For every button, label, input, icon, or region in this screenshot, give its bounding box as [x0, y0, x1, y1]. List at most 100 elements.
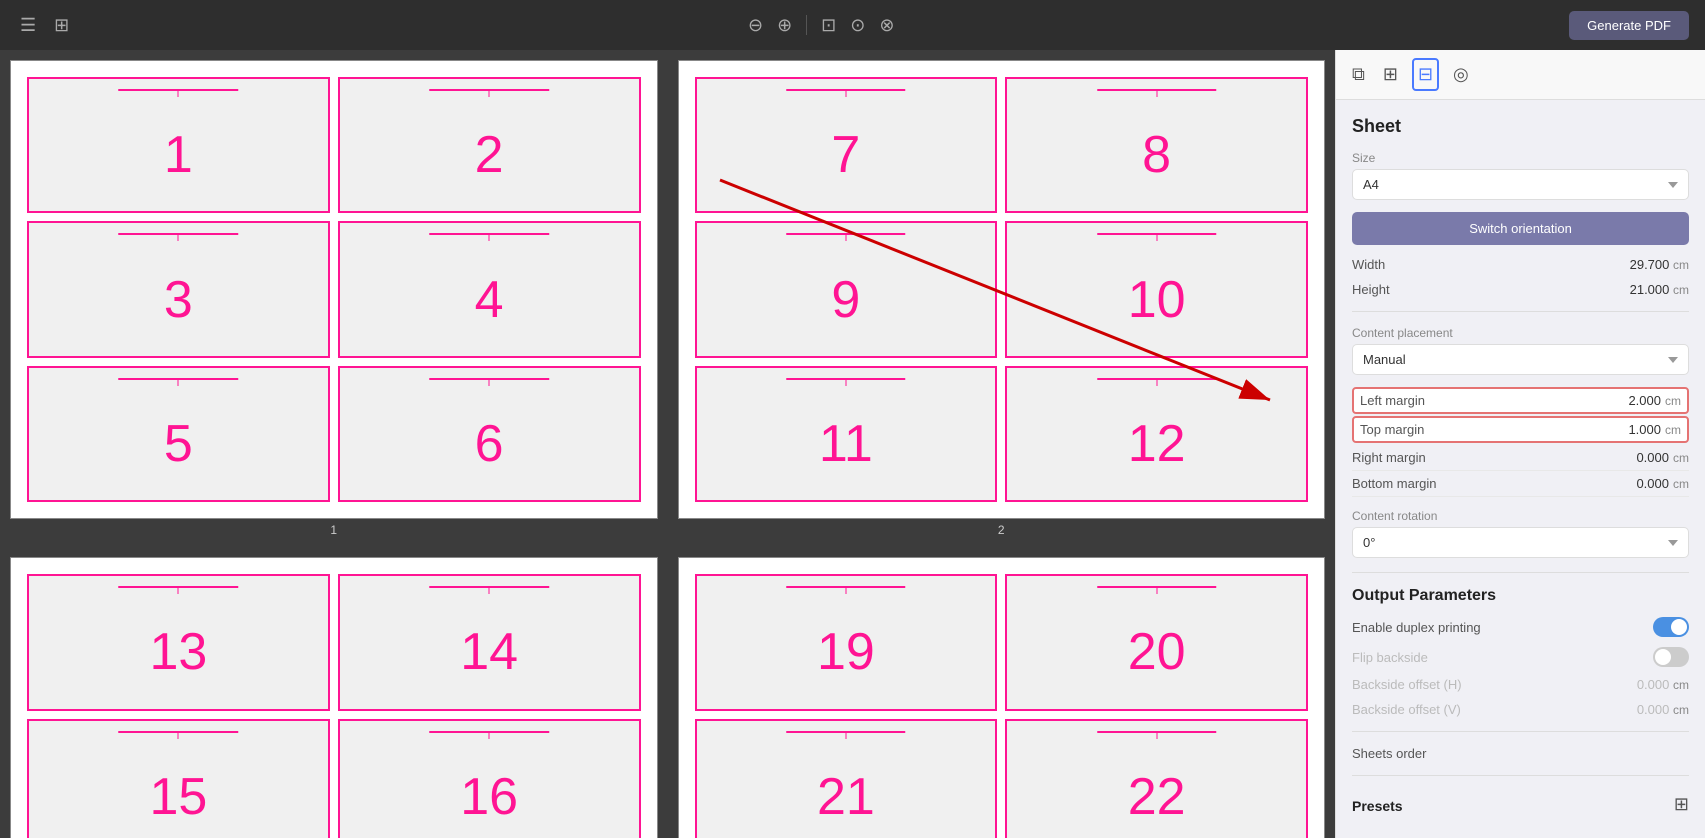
fit-all-icon[interactable]: ⊗: [875, 11, 898, 40]
content-rotation-group: Content rotation 0° 90° 180° 270°: [1352, 509, 1689, 558]
toolbar-left: ☰ ⊞: [16, 11, 73, 40]
divider-4: [1352, 775, 1689, 776]
top-margin-label: Top margin: [1360, 422, 1628, 437]
card-21: 21: [695, 719, 998, 838]
bottom-margin-label: Bottom margin: [1352, 476, 1636, 491]
main-layout: 1 2 3 4 5 6 1 7 8 9 10 11 12: [0, 50, 1705, 838]
backside-offset-h-value: 0.000 cm: [1637, 677, 1689, 692]
panel-content: Sheet Size A4 A3 Letter Legal Switch ori…: [1336, 100, 1705, 838]
zoom-in-icon[interactable]: ⊕: [773, 11, 796, 40]
content-placement-select[interactable]: Manual Auto Custom: [1352, 344, 1689, 375]
backside-offset-h-row: Backside offset (H) 0.000 cm: [1352, 677, 1689, 692]
target-panel-icon[interactable]: ◎: [1449, 60, 1473, 89]
toolbar-divider: [806, 15, 807, 35]
toolbar-center: ⊖ ⊕ ⊡ ⊙ ⊗: [81, 11, 1561, 40]
canvas-wrapper: 1 2 3 4 5 6 1 7 8 9 10 11 12: [0, 50, 1335, 838]
card-20: 20: [1005, 574, 1308, 710]
width-row: Width 29.700 cm: [1352, 257, 1689, 272]
card-22: 22: [1005, 719, 1308, 838]
layout-panel-icon[interactable]: ⊟: [1412, 58, 1439, 91]
card-16: 16: [338, 719, 641, 838]
left-margin-value: 2.000 cm: [1628, 393, 1681, 408]
backside-offset-v-label: Backside offset (V): [1352, 702, 1637, 717]
card-6: 6: [338, 366, 641, 502]
presets-row: Presets ⊞: [1352, 790, 1689, 818]
grid-view-icon[interactable]: ⊞: [50, 11, 73, 40]
grid-panel-icon[interactable]: ⊞: [1379, 60, 1402, 89]
switch-orientation-button[interactable]: Switch orientation: [1352, 212, 1689, 245]
divider-1: [1352, 311, 1689, 312]
backside-offset-h-label: Backside offset (H): [1352, 677, 1637, 692]
presets-grid-icon[interactable]: ⊞: [1674, 794, 1689, 815]
height-value: 21.000 cm: [1630, 282, 1689, 297]
page-4: 19 20 21 22 23 24: [678, 557, 1326, 838]
card-3: 3: [27, 221, 330, 357]
page-3: 13 14 15 16 17 18: [10, 557, 658, 838]
right-margin-label: Right margin: [1352, 450, 1636, 465]
toolbar-right: Generate PDF: [1569, 11, 1689, 40]
panel-topbar: ⧉ ⊞ ⊟ ◎: [1336, 50, 1705, 100]
menu-icon[interactable]: ☰: [16, 11, 40, 40]
divider-3: [1352, 731, 1689, 732]
card-8: 8: [1005, 77, 1308, 213]
size-field-group: Size A4 A3 Letter Legal: [1352, 151, 1689, 200]
page-3-container: 13 14 15 16 17 18: [0, 547, 668, 838]
card-5: 5: [27, 366, 330, 502]
right-panel: ⧉ ⊞ ⊟ ◎ Sheet Size A4 A3 Letter Legal Sw…: [1335, 50, 1705, 838]
card-12: 12: [1005, 366, 1308, 502]
backside-offset-v-row: Backside offset (V) 0.000 cm: [1352, 702, 1689, 717]
page-2-label: 2: [678, 523, 1326, 537]
page-1-container: 1 2 3 4 5 6 1: [0, 50, 668, 547]
card-13: 13: [27, 574, 330, 710]
backside-offset-v-value: 0.000 cm: [1637, 702, 1689, 717]
card-14: 14: [338, 574, 641, 710]
width-value: 29.700 cm: [1630, 257, 1689, 272]
right-margin-row: Right margin 0.000 cm: [1352, 445, 1689, 471]
sheet-title: Sheet: [1352, 116, 1689, 137]
enable-duplex-label: Enable duplex printing: [1352, 620, 1481, 635]
enable-duplex-row: Enable duplex printing: [1352, 617, 1689, 637]
left-margin-row: Left margin 2.000 cm: [1352, 387, 1689, 414]
bottom-margin-row: Bottom margin 0.000 cm: [1352, 471, 1689, 497]
fit-page-icon[interactable]: ⊡: [817, 11, 840, 40]
zoom-out-icon[interactable]: ⊖: [744, 11, 767, 40]
card-9: 9: [695, 221, 998, 357]
page-1-label: 1: [10, 523, 658, 537]
enable-duplex-toggle[interactable]: [1653, 617, 1689, 637]
card-10: 10: [1005, 221, 1308, 357]
top-margin-value: 1.000 cm: [1628, 422, 1681, 437]
bottom-margin-value: 0.000 cm: [1636, 476, 1689, 491]
generate-pdf-button[interactable]: Generate PDF: [1569, 11, 1689, 40]
card-7: 7: [695, 77, 998, 213]
divider-2: [1352, 572, 1689, 573]
card-2: 2: [338, 77, 641, 213]
zoom-reset-icon[interactable]: ⊙: [846, 11, 869, 40]
content-rotation-select[interactable]: 0° 90° 180° 270°: [1352, 527, 1689, 558]
card-11: 11: [695, 366, 998, 502]
flip-backside-row: Flip backside: [1352, 647, 1689, 667]
card-1: 1: [27, 77, 330, 213]
page-4-container: 19 20 21 22 23 24: [668, 547, 1336, 838]
sheets-order-label: Sheets order: [1352, 746, 1689, 761]
size-select[interactable]: A4 A3 Letter Legal: [1352, 169, 1689, 200]
toolbar: ☰ ⊞ ⊖ ⊕ ⊡ ⊙ ⊗ Generate PDF: [0, 0, 1705, 50]
page-2: 7 8 9 10 11 12: [678, 60, 1326, 519]
content-placement-label: Content placement: [1352, 326, 1689, 340]
card-4: 4: [338, 221, 641, 357]
size-label: Size: [1352, 151, 1689, 165]
left-margin-label: Left margin: [1360, 393, 1628, 408]
content-rotation-label: Content rotation: [1352, 509, 1689, 523]
page-1: 1 2 3 4 5 6: [10, 60, 658, 519]
flip-backside-label: Flip backside: [1352, 650, 1428, 665]
content-placement-group: Content placement Manual Auto Custom: [1352, 326, 1689, 375]
height-row: Height 21.000 cm: [1352, 282, 1689, 297]
page-2-container: 7 8 9 10 11 12 2: [668, 50, 1336, 547]
page-grid: 1 2 3 4 5 6 1 7 8 9 10 11 12: [0, 50, 1335, 838]
flip-backside-toggle[interactable]: [1653, 647, 1689, 667]
presets-title: Presets: [1352, 798, 1403, 814]
copies-panel-icon[interactable]: ⧉: [1348, 60, 1369, 89]
right-margin-value: 0.000 cm: [1636, 450, 1689, 465]
sheets-order-row: Sheets order: [1352, 746, 1689, 761]
card-19: 19: [695, 574, 998, 710]
top-margin-row: Top margin 1.000 cm: [1352, 416, 1689, 443]
